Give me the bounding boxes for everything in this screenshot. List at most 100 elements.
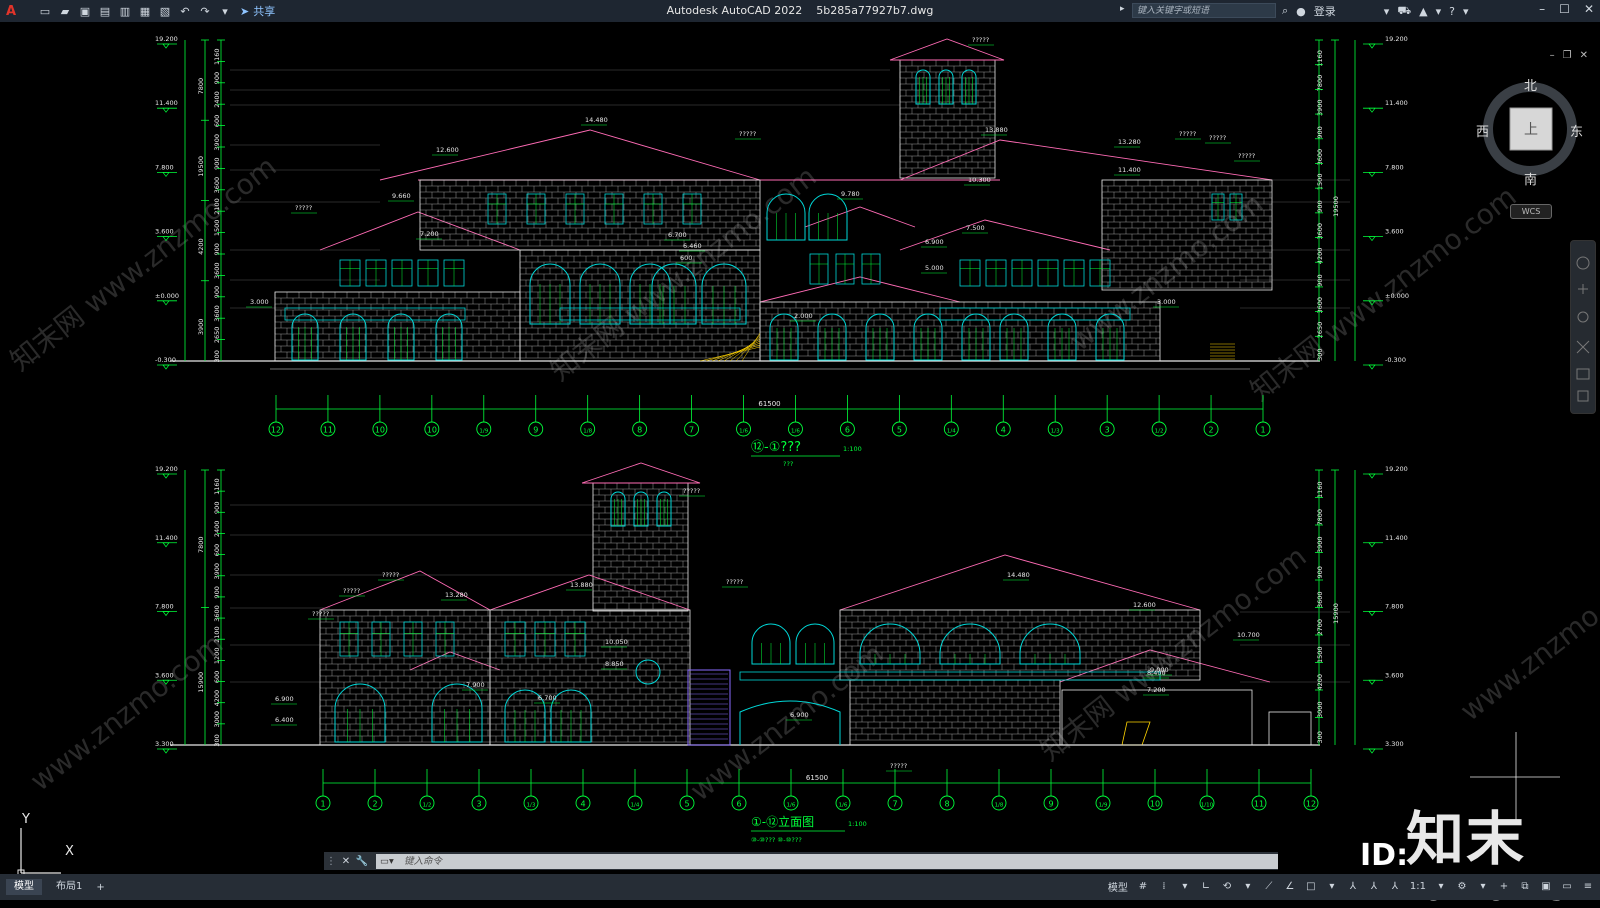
dim-label: 3600: [1316, 297, 1324, 314]
quick-properties-icon[interactable]: ▣: [1540, 880, 1552, 894]
workspace-gear-icon[interactable]: ⚙: [1456, 880, 1468, 894]
search-input[interactable]: 键入关键字或短语: [1132, 3, 1276, 18]
maximize-icon[interactable]: ☐: [1559, 2, 1570, 16]
customize-toolbar-chevron-icon[interactable]: ▾: [218, 4, 232, 18]
annotation-visibility-icon[interactable]: ⅄: [1347, 880, 1359, 894]
dim-label: 3900: [213, 563, 221, 580]
auto-scale-icon[interactable]: ⅄: [1368, 880, 1380, 894]
grid-icon[interactable]: #: [1137, 880, 1149, 894]
clean-screen-icon[interactable]: ▭: [1561, 880, 1573, 894]
close-icon[interactable]: ✕: [1584, 2, 1594, 16]
polar-icon[interactable]: ⟲: [1221, 880, 1233, 894]
level-label: 11.400: [155, 99, 178, 107]
workspace-dropdown-icon[interactable]: ▾: [1477, 880, 1489, 894]
dim-label: 4200: [213, 690, 221, 707]
object-snap-dropdown-icon[interactable]: ▾: [1326, 880, 1338, 894]
dim-label: 3000: [213, 711, 221, 728]
viewport-minimize-icon[interactable]: –: [1550, 50, 1555, 61]
units-icon[interactable]: ⧉: [1519, 880, 1531, 894]
level-label: 3.600: [155, 228, 174, 236]
dim-label: 900: [1316, 126, 1324, 138]
dim-label: 1160: [213, 478, 221, 495]
share-button[interactable]: ➤ 共享: [240, 3, 275, 19]
object-snap-tracking-icon[interactable]: ∠: [1284, 880, 1296, 894]
axis-row: 615001 2 1/2 3 1/3 4 1/4 5 6 1/6 1/6 7 8 1/8 9 1/9 10 1/1…: [315, 769, 1319, 811]
viewcube-north[interactable]: 北: [1524, 75, 1537, 94]
viewcube-east[interactable]: 东: [1570, 121, 1583, 140]
viewport-close-icon[interactable]: ✕: [1580, 50, 1588, 61]
save-to-web-icon[interactable]: ▦: [138, 4, 152, 18]
command-prompt-icon: ▭▾: [380, 855, 394, 867]
axis-label: 1/6: [787, 803, 796, 809]
user-icon[interactable]: ●: [1296, 5, 1306, 18]
scale-dropdown-icon[interactable]: ▾: [1435, 880, 1447, 894]
search-icon[interactable]: ⌕: [1282, 4, 1288, 18]
open-folder-icon[interactable]: ▰: [58, 4, 72, 18]
level-marker: [162, 107, 170, 113]
customization-menu-icon[interactable]: ≡: [1582, 880, 1594, 894]
polar-dropdown-icon[interactable]: ▾: [1242, 880, 1254, 894]
model-space-button[interactable]: 模型: [1108, 879, 1128, 894]
help-dropdown-icon[interactable]: ▾: [1463, 5, 1469, 18]
redo-icon[interactable]: ↷: [198, 4, 212, 18]
autodesk-a360-icon[interactable]: ▲: [1419, 5, 1427, 18]
axis-label: 1/4: [947, 429, 956, 435]
viewcube-top-face[interactable]: 上: [1524, 119, 1538, 139]
viewcube[interactable]: 北 南 西 东 上: [1476, 75, 1583, 188]
title-bar: A ▭ ▰ ▣ ▤ ▥ ▦ ▧ ↶ ↷ ▾ ➤ 共享 Autodesk Auto…: [0, 0, 1600, 22]
undo-icon[interactable]: ↶: [178, 4, 192, 18]
elevation-annotation: ?????: [972, 36, 989, 44]
elevation-annotation: ?????: [726, 578, 743, 586]
autocad-logo[interactable]: A: [6, 4, 28, 19]
elevation-annotation: ?????: [1209, 134, 1226, 142]
elevation-annotation: ?????: [1238, 152, 1255, 160]
add-layout-button[interactable]: +: [96, 882, 104, 893]
axis-label: 1/8: [995, 803, 1004, 809]
axis-label: 9: [533, 426, 538, 435]
axis-label: 11: [323, 426, 333, 435]
drawing-viewport[interactable]: 知末网 www.znzmo.com www.znzmo.com 知末网 www.zn…: [0, 22, 1600, 877]
level-label: 3.300: [1385, 740, 1404, 748]
command-close-icon[interactable]: ✕: [338, 856, 354, 867]
object-snap-icon[interactable]: □: [1305, 880, 1317, 894]
cart-icon[interactable]: ⛟: [1397, 4, 1411, 19]
tab-layout1[interactable]: 布局1: [48, 879, 90, 895]
level-marker: [1368, 172, 1376, 177]
command-input[interactable]: ▭▾ 键入命令: [376, 853, 1278, 869]
isodraft-icon[interactable]: ⟋: [1263, 880, 1275, 894]
login-button[interactable]: 登录: [1314, 3, 1336, 19]
save-icon[interactable]: ▣: [78, 4, 92, 18]
snap-icon[interactable]: ⁞: [1158, 880, 1170, 894]
navigation-bar[interactable]: [1570, 240, 1596, 414]
annotation-monitor-icon[interactable]: +: [1498, 880, 1510, 894]
command-customize-icon[interactable]: 🔧: [354, 856, 370, 867]
elevation-annotation: ?????: [890, 762, 907, 770]
level-marker: [162, 748, 170, 754]
save-as-icon[interactable]: ▤: [98, 4, 112, 18]
login-dropdown-icon[interactable]: ▾: [1384, 5, 1390, 18]
elevation-12-1: 1160900240060039009003600210015009003600…: [155, 35, 1409, 468]
viewcube-south[interactable]: 南: [1524, 169, 1537, 188]
search-expand-icon[interactable]: ▸: [1120, 4, 1125, 14]
dim-label: 3000: [1316, 701, 1324, 718]
tab-model[interactable]: 模型: [6, 879, 42, 895]
wcs-menu[interactable]: WCS: [1510, 204, 1552, 219]
minimize-icon[interactable]: –: [1539, 2, 1545, 16]
snap-dropdown-icon[interactable]: ▾: [1179, 880, 1191, 894]
a360-dropdown-icon[interactable]: ▾: [1436, 5, 1442, 18]
command-grip-icon[interactable]: ⋮: [324, 856, 338, 867]
annotation-scale-icon[interactable]: ⅄: [1389, 880, 1401, 894]
dim-label: 7800: [1316, 509, 1324, 526]
annotation-scale-value[interactable]: 1:1: [1410, 881, 1426, 892]
elevation-annotation: 7.900: [466, 681, 485, 689]
help-icon[interactable]: ?: [1449, 5, 1455, 18]
axis-label: 2: [1209, 426, 1214, 435]
open-from-web-icon[interactable]: ▥: [118, 4, 132, 18]
elevation-1-scale: 1:100: [843, 445, 862, 453]
new-file-icon[interactable]: ▭: [38, 4, 52, 18]
ortho-icon[interactable]: ∟: [1200, 880, 1212, 894]
plot-icon[interactable]: ▧: [158, 4, 172, 18]
viewcube-west[interactable]: 西: [1476, 121, 1489, 140]
dim-label: 4200: [197, 238, 205, 255]
viewport-restore-icon[interactable]: ❐: [1563, 50, 1572, 61]
